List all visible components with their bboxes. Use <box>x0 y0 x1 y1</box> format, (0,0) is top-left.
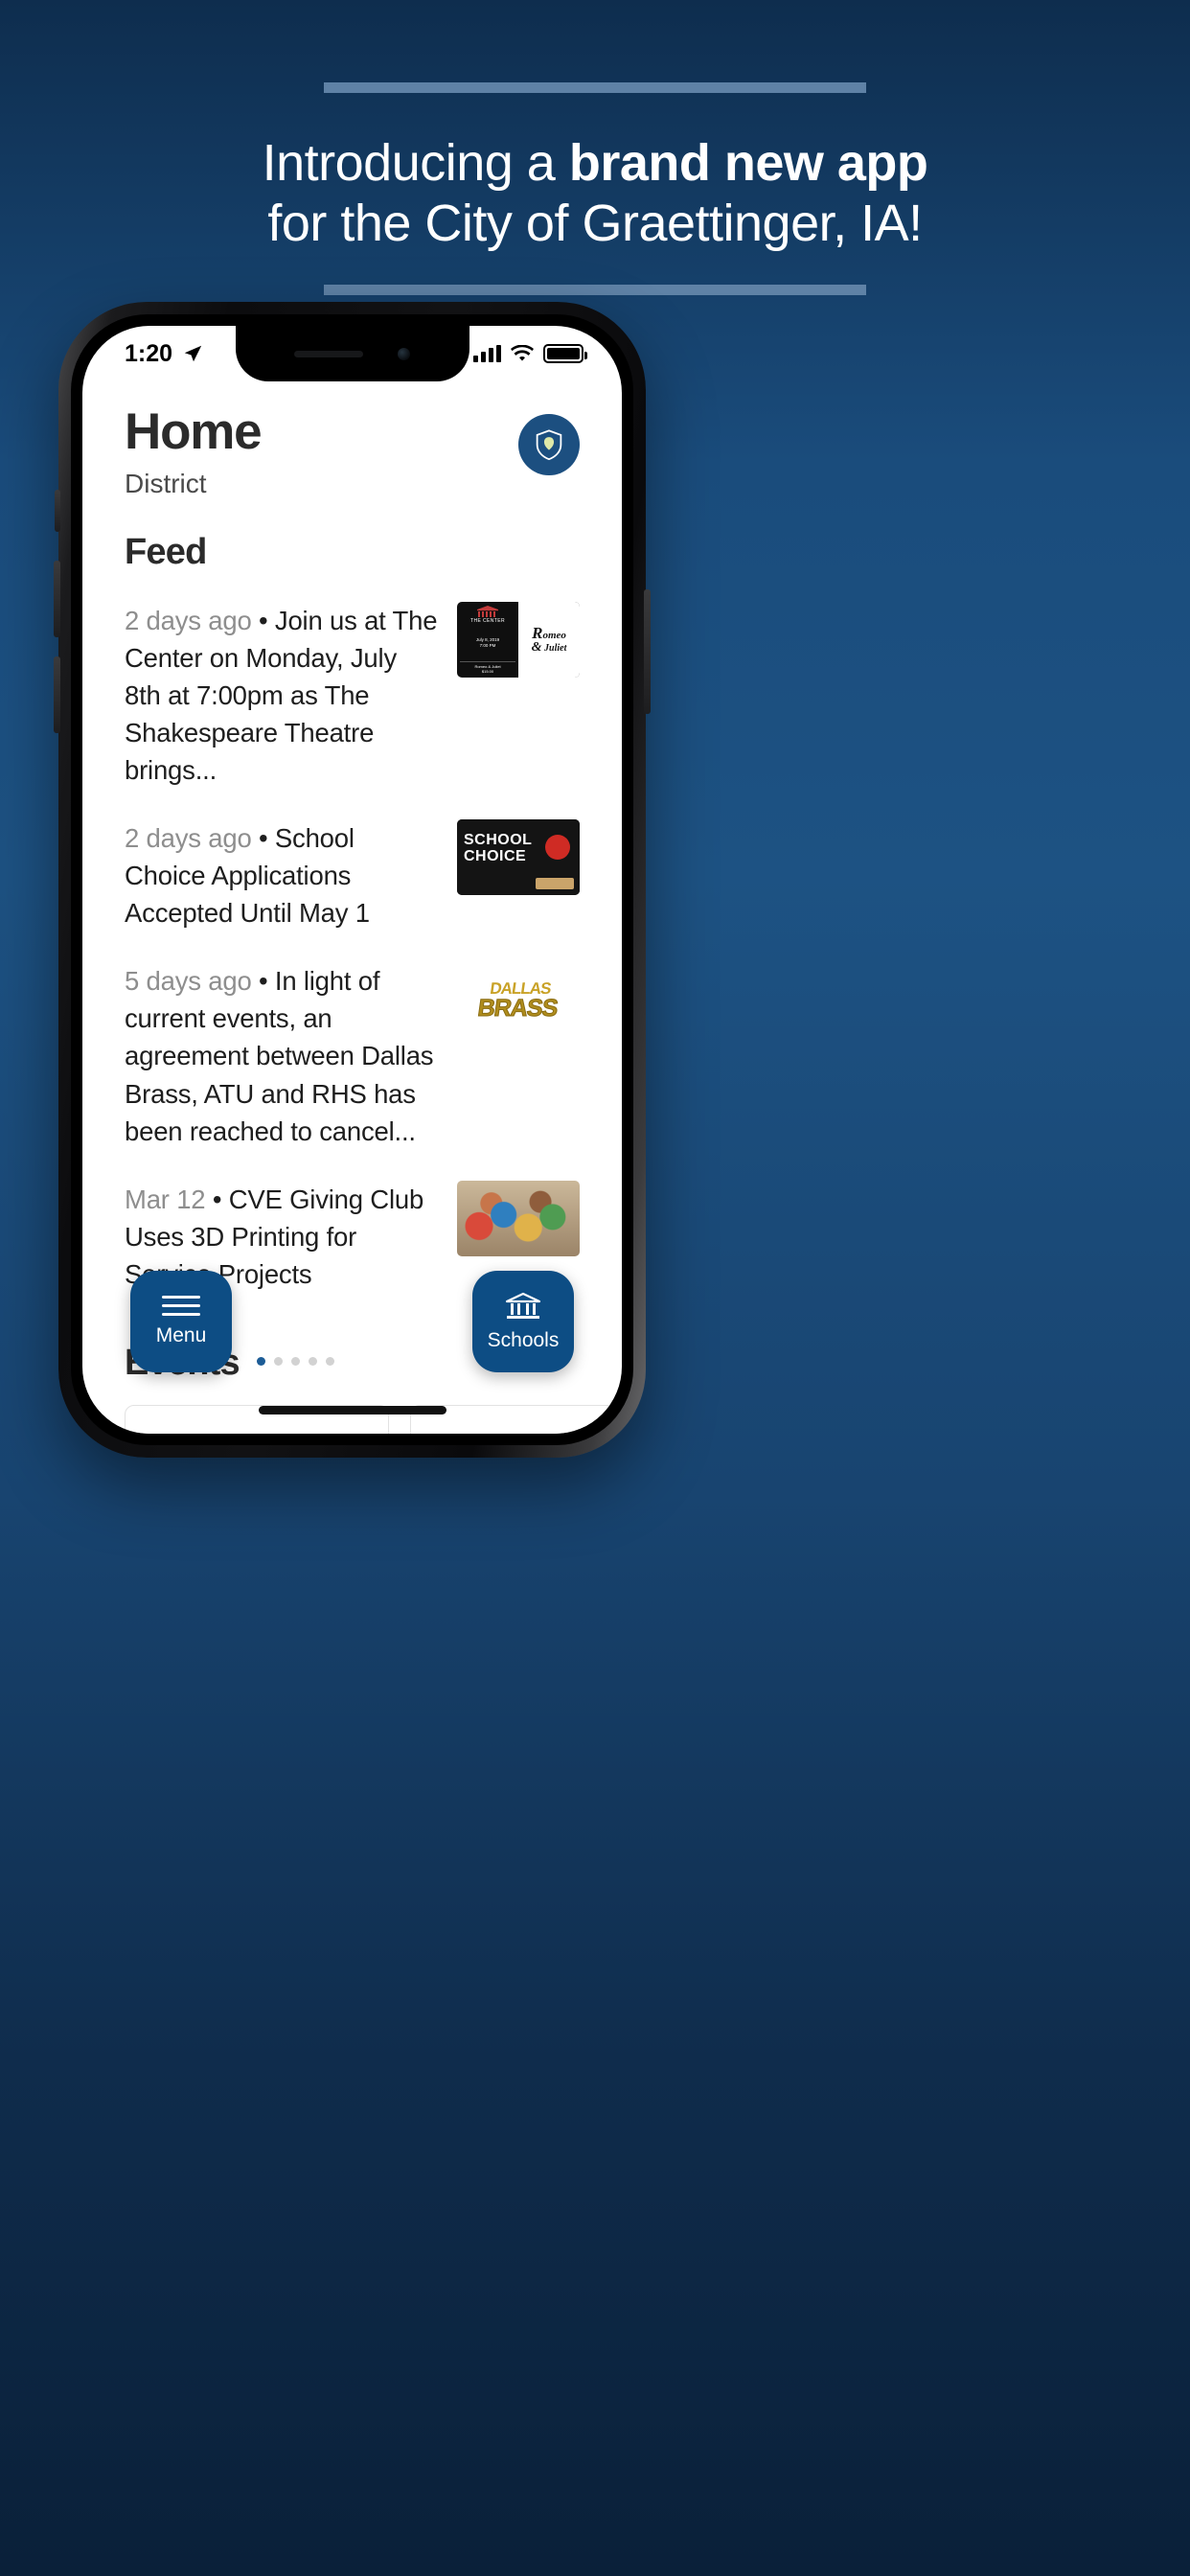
event-date: Apr 22 <box>168 1431 269 1434</box>
status-bar-time: 1:20 <box>125 339 173 367</box>
menu-fab-label: Menu <box>155 1324 207 1346</box>
location-arrow-icon <box>184 345 202 362</box>
battery-full-icon <box>543 344 587 363</box>
phone-mockup: 1:20 Home District Feed 2 days ago • Joi… <box>54 302 651 1458</box>
feed-item-separator: • <box>259 823 268 854</box>
feed-item-age: 2 days ago <box>125 606 252 635</box>
feed-item-text: 5 days ago • In light of current events,… <box>125 962 438 1149</box>
feed-item-age: 2 days ago <box>125 823 252 854</box>
pagination-dot-4[interactable] <box>308 1356 317 1366</box>
feed-list: 2 days ago • Join us at The Center on Mo… <box>82 573 622 1310</box>
shakespeare-romeo-juliet-thumbnail: THE CENTER July 8, 2019 7:00 PM Romeo & … <box>457 602 580 678</box>
event-date: Apr 22-26 <box>453 1431 602 1434</box>
menu-fab-button[interactable]: Menu <box>130 1271 232 1372</box>
theatre-building-icon <box>477 606 498 617</box>
apple-icon <box>545 835 570 861</box>
front-camera-icon <box>398 347 410 360</box>
feed-item-text: 2 days ago • School Choice Applications … <box>125 819 438 932</box>
power-button[interactable] <box>644 589 651 714</box>
promo-headline: Introducing a brand new app for the City… <box>0 133 1190 253</box>
feed-heading-label: Feed <box>125 532 207 572</box>
hamburger-menu-icon <box>162 1296 200 1316</box>
promo-headline-line1: Introducing a brand new app <box>38 133 1152 194</box>
thumb-price: $15.00 <box>481 669 494 674</box>
feed-item-separator: • <box>259 606 268 635</box>
feed-item-thumbnail[interactable]: SCHOOL CHOICE <box>457 819 580 896</box>
status-bar-left: 1:20 <box>125 340 203 368</box>
feed-item-age: 5 days ago <box>125 966 252 997</box>
cve-giving-club-students-thumbnail <box>457 1180 580 1256</box>
thumb-line-1: SCHOOL <box>464 832 533 849</box>
list-item[interactable]: 2 days ago • School Choice Applications … <box>125 806 580 949</box>
volume-up-button[interactable] <box>54 561 60 637</box>
earpiece-speaker-icon <box>294 350 363 357</box>
event-date-row: Apr 22-26 <box>432 1431 622 1434</box>
romeo-juliet-logo: Romeo & Juliet <box>518 602 580 678</box>
app-header-text: Home District <box>125 403 263 499</box>
thumb-center-label: THE CENTER <box>470 618 505 624</box>
list-item[interactable]: 2 days ago • Join us at The Center on Mo… <box>125 588 580 806</box>
promo-headline-line1-plain: Introducing a <box>262 134 569 192</box>
feed-item-text: 2 days ago • Join us at The Center on Mo… <box>125 602 438 789</box>
pagination-dot-5[interactable] <box>325 1356 334 1366</box>
avatar[interactable] <box>518 414 580 475</box>
feed-heading: Feed <box>82 532 622 573</box>
pagination-dot-1[interactable] <box>256 1356 265 1366</box>
schools-fab-label: Schools <box>487 1328 560 1351</box>
book-icon <box>536 878 574 890</box>
feed-item-thumbnail[interactable]: DALLAS BRASS <box>457 962 580 1039</box>
notch <box>235 326 469 381</box>
page-title: Home <box>125 403 263 460</box>
promo-headline-line1-bold: brand new app <box>568 134 928 192</box>
pagination-dot-3[interactable] <box>290 1356 300 1366</box>
feed-item-separator: • <box>212 1184 222 1214</box>
cellular-bars-icon <box>473 345 501 362</box>
event-date-row: Apr 22 <box>147 1431 365 1434</box>
thumb-line-2: CHOICE <box>464 848 527 865</box>
volume-down-button[interactable] <box>54 656 60 733</box>
promo-rule-top <box>324 82 866 93</box>
feed-item-thumbnail[interactable] <box>457 1180 580 1256</box>
home-indicator[interactable] <box>258 1406 446 1414</box>
dallas-brass-thumbnail: DALLAS BRASS <box>457 962 580 1039</box>
wifi-icon <box>511 344 534 360</box>
phone-screen: 1:20 Home District Feed 2 days ago • Joi… <box>82 326 622 1434</box>
schools-fab-button[interactable]: Schools <box>472 1271 574 1372</box>
page-subtitle: District <box>125 469 207 498</box>
thumb-time: 7:00 PM <box>479 642 496 648</box>
pagination-dot-2[interactable] <box>273 1356 283 1366</box>
promo-rule-bottom <box>324 285 866 296</box>
app-header: Home District <box>82 381 622 499</box>
feed-item-thumbnail[interactable]: THE CENTER July 8, 2019 7:00 PM Romeo & … <box>457 602 580 678</box>
thumb-line-2: BRASS <box>475 994 560 1022</box>
promo-header: Introducing a brand new app for the City… <box>0 0 1190 296</box>
school-building-icon <box>505 1292 541 1319</box>
feed-item-age: Mar 12 <box>125 1184 206 1214</box>
status-bar-right <box>473 344 587 363</box>
school-choice-apple-thumbnail: SCHOOL CHOICE <box>457 819 580 896</box>
mute-switch[interactable] <box>55 490 60 532</box>
promo-headline-line2: for the City of Graettinger, IA! <box>267 194 923 252</box>
events-pagination[interactable] <box>256 1356 334 1369</box>
list-item[interactable]: 5 days ago • In light of current events,… <box>125 949 580 1166</box>
feed-item-separator: • <box>259 966 268 997</box>
school-crest-icon <box>536 429 562 461</box>
phone-bezel: 1:20 Home District Feed 2 days ago • Joi… <box>71 314 633 1445</box>
